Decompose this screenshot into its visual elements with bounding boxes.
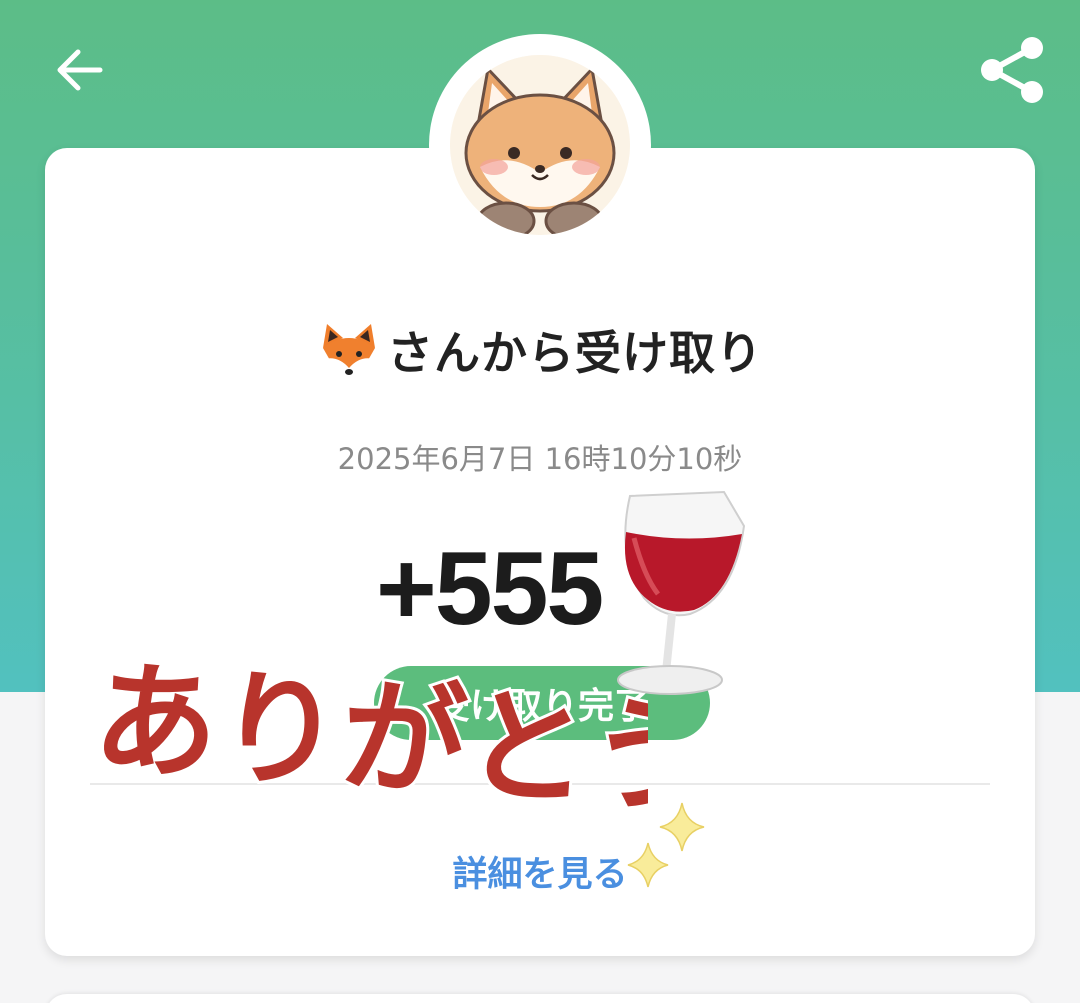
transaction-datetime: 2025年6月7日 16時10分10秒: [337, 442, 743, 476]
sender-label: さんから受け取り: [387, 326, 763, 380]
status-badge: 受け取り完了: [374, 666, 710, 740]
fox-avatar: [450, 55, 630, 235]
back-button[interactable]: [44, 38, 114, 102]
share-button[interactable]: [970, 30, 1054, 110]
share-icon: [981, 37, 1043, 103]
arrow-left-icon: [57, 49, 103, 91]
avatar[interactable]: [450, 55, 630, 235]
transaction-amount: +555: [376, 531, 604, 647]
status-label: 受け取り完了: [433, 686, 650, 727]
sender-title: さんから受け取り: [0, 312, 1080, 388]
next-card-edge: [45, 994, 1035, 1003]
fox-emoji-icon: [321, 324, 377, 378]
divider: [90, 783, 990, 785]
view-details-link[interactable]: 詳細を見る: [0, 846, 1080, 897]
